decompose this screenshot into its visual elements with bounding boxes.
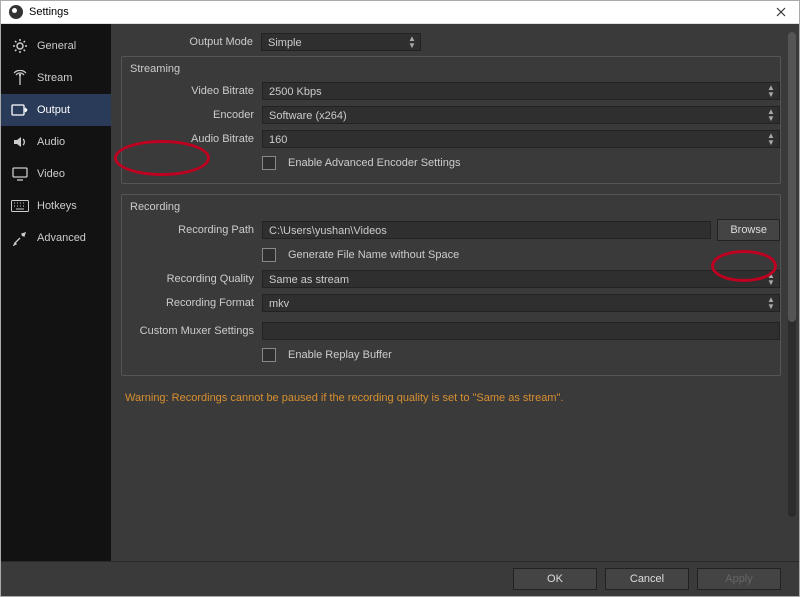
- recording-path-label: Recording Path: [122, 224, 262, 236]
- enable-advanced-label: Enable Advanced Encoder Settings: [288, 157, 460, 169]
- recording-quality-value: Same as stream: [269, 274, 349, 286]
- chevron-updown-icon: ▲▼: [406, 34, 418, 50]
- sidebar-item-general[interactable]: General: [1, 30, 111, 62]
- sidebar-item-label: Hotkeys: [37, 200, 77, 212]
- browse-button[interactable]: Browse: [717, 219, 780, 241]
- apply-button[interactable]: Apply: [697, 568, 781, 590]
- cancel-label: Cancel: [630, 573, 664, 585]
- gen-filename-checkbox[interactable]: [262, 248, 276, 262]
- footer: OK Cancel Apply: [1, 561, 799, 596]
- close-icon[interactable]: [771, 2, 791, 22]
- sidebar-item-advanced[interactable]: Advanced: [1, 222, 111, 254]
- enable-replay-checkbox[interactable]: [262, 348, 276, 362]
- titlebar: Settings: [1, 1, 799, 24]
- output-mode-row: Output Mode Simple ▲▼: [121, 32, 781, 52]
- sidebar-item-label: General: [37, 40, 76, 52]
- sidebar-item-label: Audio: [37, 136, 65, 148]
- video-bitrate-field[interactable]: 2500 Kbps ▲▼: [262, 82, 780, 100]
- chevron-updown-icon: ▲▼: [765, 107, 777, 123]
- encoder-label: Encoder: [122, 109, 262, 121]
- window-body: General Stream Output Audio Video Hotkey…: [1, 24, 799, 561]
- app-icon: [9, 5, 23, 19]
- muxer-field[interactable]: [262, 322, 780, 340]
- recording-quality-select[interactable]: Same as stream ▲▼: [262, 270, 780, 288]
- output-icon: [11, 101, 29, 119]
- monitor-icon: [11, 165, 29, 183]
- recording-path-value: C:\Users\yushan\Videos: [269, 225, 387, 237]
- chevron-updown-icon: ▲▼: [765, 131, 777, 147]
- tools-icon: [11, 229, 29, 247]
- recording-format-label: Recording Format: [122, 297, 262, 309]
- recording-format-select[interactable]: mkv ▲▼: [262, 294, 780, 312]
- chevron-updown-icon: ▲▼: [765, 271, 777, 287]
- ok-label: OK: [547, 573, 563, 585]
- recording-format-value: mkv: [269, 298, 289, 310]
- output-mode-label: Output Mode: [121, 36, 261, 48]
- main-panel: Output Mode Simple ▲▼ Streaming Video Bi…: [111, 24, 799, 561]
- speaker-icon: [11, 133, 29, 151]
- keyboard-icon: [11, 197, 29, 215]
- encoder-select[interactable]: Software (x264) ▲▼: [262, 106, 780, 124]
- gear-icon: [11, 37, 29, 55]
- enable-advanced-checkbox[interactable]: [262, 156, 276, 170]
- output-mode-select[interactable]: Simple ▲▼: [261, 33, 421, 51]
- recording-title: Recording: [122, 199, 780, 219]
- sidebar-item-stream[interactable]: Stream: [1, 62, 111, 94]
- sidebar-item-label: Stream: [37, 72, 72, 84]
- video-bitrate-label: Video Bitrate: [122, 85, 262, 97]
- encoder-value: Software (x264): [269, 110, 347, 122]
- enable-replay-label: Enable Replay Buffer: [288, 349, 392, 361]
- sidebar-item-audio[interactable]: Audio: [1, 126, 111, 158]
- apply-label: Apply: [725, 573, 753, 585]
- sidebar: General Stream Output Audio Video Hotkey…: [1, 24, 111, 561]
- muxer-label: Custom Muxer Settings: [122, 325, 262, 337]
- browse-label: Browse: [730, 224, 767, 236]
- audio-bitrate-value: 160: [269, 134, 287, 146]
- scrollbar[interactable]: [788, 32, 796, 517]
- sidebar-item-video[interactable]: Video: [1, 158, 111, 190]
- recording-path-field[interactable]: C:\Users\yushan\Videos: [262, 221, 711, 239]
- sidebar-item-label: Video: [37, 168, 65, 180]
- streaming-title: Streaming: [122, 61, 780, 81]
- sidebar-item-label: Advanced: [37, 232, 86, 244]
- ok-button[interactable]: OK: [513, 568, 597, 590]
- spinner-icon: ▲▼: [765, 83, 777, 99]
- scrollbar-thumb[interactable]: [788, 32, 796, 322]
- gen-filename-label: Generate File Name without Space: [288, 249, 459, 261]
- video-bitrate-value: 2500 Kbps: [269, 86, 322, 98]
- output-mode-value: Simple: [268, 37, 302, 49]
- settings-window: Settings General Stream Output Audio: [0, 0, 800, 597]
- sidebar-item-output[interactable]: Output: [1, 94, 111, 126]
- sidebar-item-hotkeys[interactable]: Hotkeys: [1, 190, 111, 222]
- window-title: Settings: [9, 5, 69, 19]
- streaming-group: Streaming Video Bitrate 2500 Kbps ▲▼ Enco…: [121, 56, 781, 184]
- warning-text: Warning: Recordings cannot be paused if …: [121, 386, 781, 410]
- sidebar-item-label: Output: [37, 104, 70, 116]
- chevron-updown-icon: ▲▼: [765, 295, 777, 311]
- audio-bitrate-select[interactable]: 160 ▲▼: [262, 130, 780, 148]
- recording-group: Recording Recording Path C:\Users\yushan…: [121, 194, 781, 376]
- antenna-icon: [11, 69, 29, 87]
- window-title-text: Settings: [29, 6, 69, 18]
- recording-quality-label: Recording Quality: [122, 273, 262, 285]
- cancel-button[interactable]: Cancel: [605, 568, 689, 590]
- audio-bitrate-label: Audio Bitrate: [122, 133, 262, 145]
